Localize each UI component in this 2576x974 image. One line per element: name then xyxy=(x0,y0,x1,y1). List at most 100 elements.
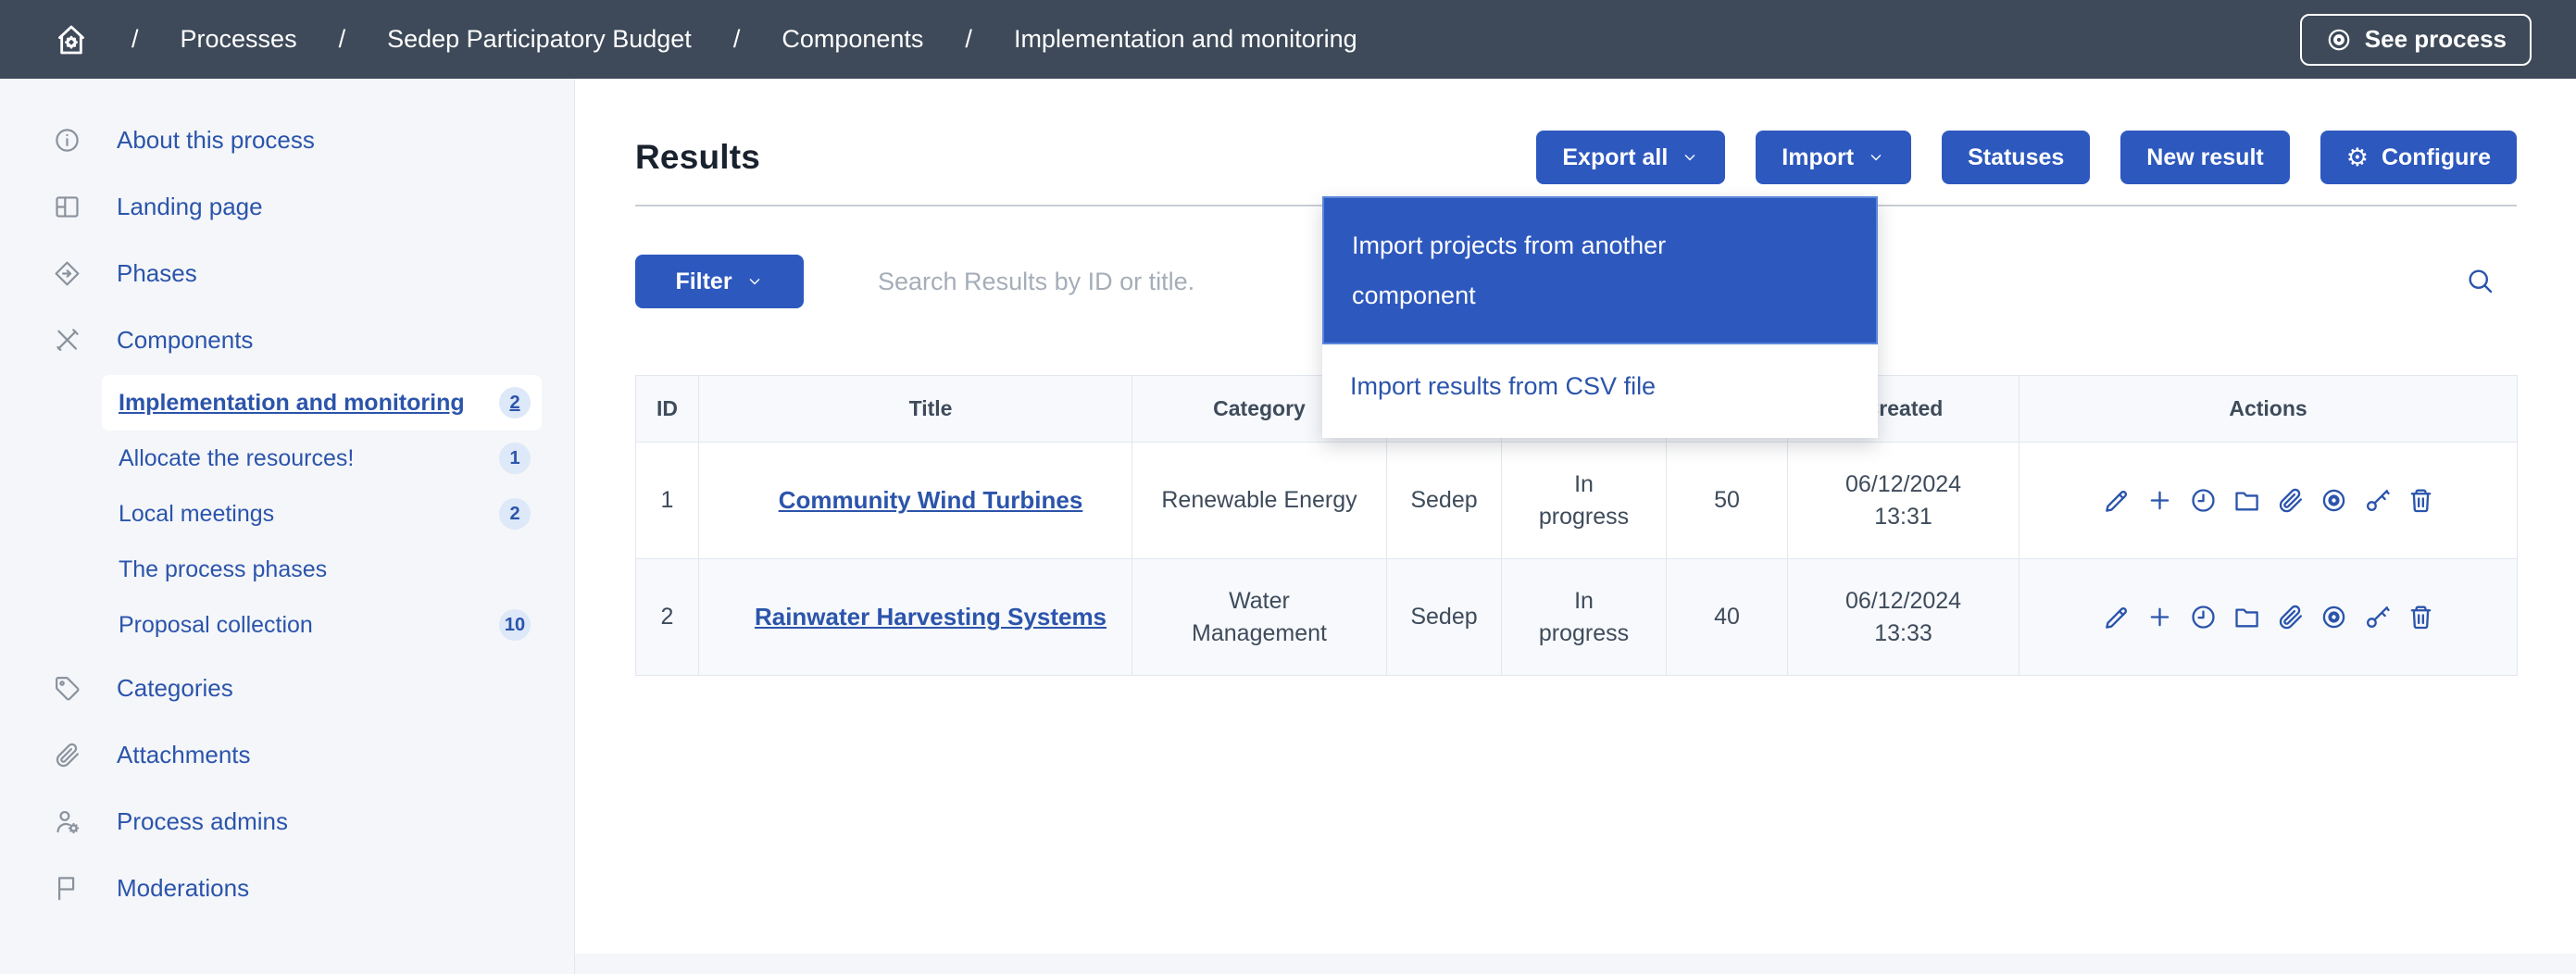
menu-item-label: Import results from CSV file xyxy=(1350,372,1656,400)
projects-button[interactable] xyxy=(2232,603,2261,631)
sidebar-item-landing-page[interactable]: Landing page xyxy=(0,173,574,240)
add-child-result-button[interactable] xyxy=(2145,603,2174,631)
sidebar-item-components[interactable]: Components xyxy=(0,306,574,373)
sidebar-item-label: About this process xyxy=(117,126,315,155)
user-gear-icon xyxy=(53,807,81,836)
sidebar-item-moderations[interactable]: Moderations xyxy=(0,855,574,921)
sidebar-component-the-process-phases[interactable]: The process phases xyxy=(102,542,542,597)
breadcrumb-processes[interactable]: Processes xyxy=(181,25,297,54)
attachments-button[interactable] xyxy=(2276,486,2305,515)
cell-category: Renewable Energy xyxy=(1132,443,1387,559)
result-title-link[interactable]: Rainwater Harvesting Systems xyxy=(755,603,1107,631)
permissions-button[interactable] xyxy=(2363,486,2392,515)
attachments-button[interactable] xyxy=(2276,603,2305,631)
plus-icon xyxy=(2145,603,2174,631)
cell-scope: Sedep xyxy=(1387,443,1502,559)
delete-button[interactable] xyxy=(2407,486,2435,515)
timeline-button[interactable] xyxy=(2189,603,2218,631)
cell-id: 2 xyxy=(636,559,699,676)
tools-icon xyxy=(53,326,81,355)
page-title: Results xyxy=(635,138,760,177)
delete-button[interactable] xyxy=(2407,603,2435,631)
breadcrumb-components[interactable]: Components xyxy=(782,25,923,54)
home-breadcrumb-button[interactable] xyxy=(53,21,90,58)
preview-button[interactable] xyxy=(2320,486,2348,515)
cell-progress: 40 xyxy=(1667,559,1788,676)
see-process-label: See process xyxy=(2365,25,2507,54)
breadcrumb-separator: / xyxy=(339,25,346,54)
paperclip-icon xyxy=(53,741,81,769)
timeline-button[interactable] xyxy=(2189,486,2218,515)
component-label: The process phases xyxy=(119,556,531,583)
sidebar-item-label: Phases xyxy=(117,259,197,288)
cell-scope: Sedep xyxy=(1387,559,1502,676)
menu-item-import-csv[interactable]: Import results from CSV file xyxy=(1322,344,1878,438)
projects-button[interactable] xyxy=(2232,486,2261,515)
add-child-result-button[interactable] xyxy=(2145,486,2174,515)
export-all-button[interactable]: Export all xyxy=(1536,131,1725,184)
components-sub-list: Implementation and monitoring 2 Allocate… xyxy=(102,375,542,653)
home-icon xyxy=(53,21,90,58)
sidebar-component-allocate-the-resources[interactable]: Allocate the resources! 1 xyxy=(102,431,542,486)
breadcrumb-current-component[interactable]: Implementation and monitoring xyxy=(1014,25,1357,54)
breadcrumb-separator: / xyxy=(131,25,139,54)
info-icon xyxy=(53,126,81,155)
plus-icon xyxy=(2145,486,2174,515)
sidebar-item-attachments[interactable]: Attachments xyxy=(0,721,574,788)
breadcrumb-separator: / xyxy=(965,25,972,54)
breadcrumb-bar: / Processes / Sedep Participatory Budget… xyxy=(0,0,2576,79)
preview-button[interactable] xyxy=(2320,603,2348,631)
component-label: Local meetings xyxy=(119,501,499,528)
clock-icon xyxy=(2189,603,2218,631)
edit-result-button[interactable] xyxy=(2102,603,2131,631)
configure-label: Configure xyxy=(2382,144,2491,171)
key-icon xyxy=(2363,603,2392,631)
permissions-button[interactable] xyxy=(2363,603,2392,631)
folder-icon xyxy=(2232,603,2261,631)
import-button[interactable]: Import xyxy=(1756,131,1911,184)
sidebar-item-process-admins[interactable]: Process admins xyxy=(0,788,574,855)
eye-icon xyxy=(2320,603,2348,631)
sidebar-component-proposal-collection[interactable]: Proposal collection 10 xyxy=(102,597,542,653)
cell-id: 1 xyxy=(636,443,699,559)
gear-icon: ⚙ xyxy=(2346,144,2369,172)
search-icon[interactable] xyxy=(2465,266,2496,297)
breadcrumb-process-name[interactable]: Sedep Participatory Budget xyxy=(387,25,692,54)
sidebar-item-label: Categories xyxy=(117,674,233,703)
edit-result-button[interactable] xyxy=(2102,486,2131,515)
cell-created: 06/12/2024 13:33 xyxy=(1788,559,2020,676)
pencil-icon xyxy=(2102,486,2131,515)
result-title-link[interactable]: Community Wind Turbines xyxy=(779,486,1083,514)
new-result-label: New result xyxy=(2146,144,2263,171)
sidebar-item-categories[interactable]: Categories xyxy=(0,655,574,721)
new-result-button[interactable]: New result xyxy=(2120,131,2289,184)
breadcrumb-separator: / xyxy=(733,25,741,54)
filter-label: Filter xyxy=(675,268,732,295)
cell-category: Water Management xyxy=(1132,559,1387,676)
sidebar-item-about-this-process[interactable]: About this process xyxy=(0,106,574,173)
see-process-button[interactable]: See process xyxy=(2300,14,2532,66)
key-icon xyxy=(2363,486,2392,515)
sidebar-item-phases[interactable]: Phases xyxy=(0,240,574,306)
header-title: Title xyxy=(699,376,1132,443)
component-label: Implementation and monitoring xyxy=(119,390,499,417)
flag-icon xyxy=(53,874,81,903)
sidebar-item-label: Landing page xyxy=(117,193,263,221)
eye-icon xyxy=(2320,486,2348,515)
sidebar-component-local-meetings[interactable]: Local meetings 2 xyxy=(102,486,542,542)
chevron-down-icon xyxy=(1867,148,1885,167)
cell-status: In progress xyxy=(1502,443,1667,559)
sidebar-item-label: Moderations xyxy=(117,874,249,903)
sidebar-component-implementation-and-monitoring[interactable]: Implementation and monitoring 2 xyxy=(102,375,542,431)
results-toolbar: Export all Import Statuses New result ⚙ … xyxy=(1536,131,2517,184)
cell-created: 06/12/2024 13:31 xyxy=(1788,443,2020,559)
component-count-badge: 1 xyxy=(499,443,531,474)
filter-button[interactable]: Filter xyxy=(635,255,804,308)
menu-item-import-projects[interactable]: Import projects from another component xyxy=(1322,196,1878,344)
statuses-button[interactable]: Statuses xyxy=(1942,131,2090,184)
table-row: 2 Rainwater Harvesting Systems Water Man… xyxy=(636,559,2518,676)
component-label: Allocate the resources! xyxy=(119,445,499,472)
layout-icon xyxy=(53,193,81,221)
configure-button[interactable]: ⚙ Configure xyxy=(2320,131,2517,184)
paperclip-icon xyxy=(2276,486,2305,515)
